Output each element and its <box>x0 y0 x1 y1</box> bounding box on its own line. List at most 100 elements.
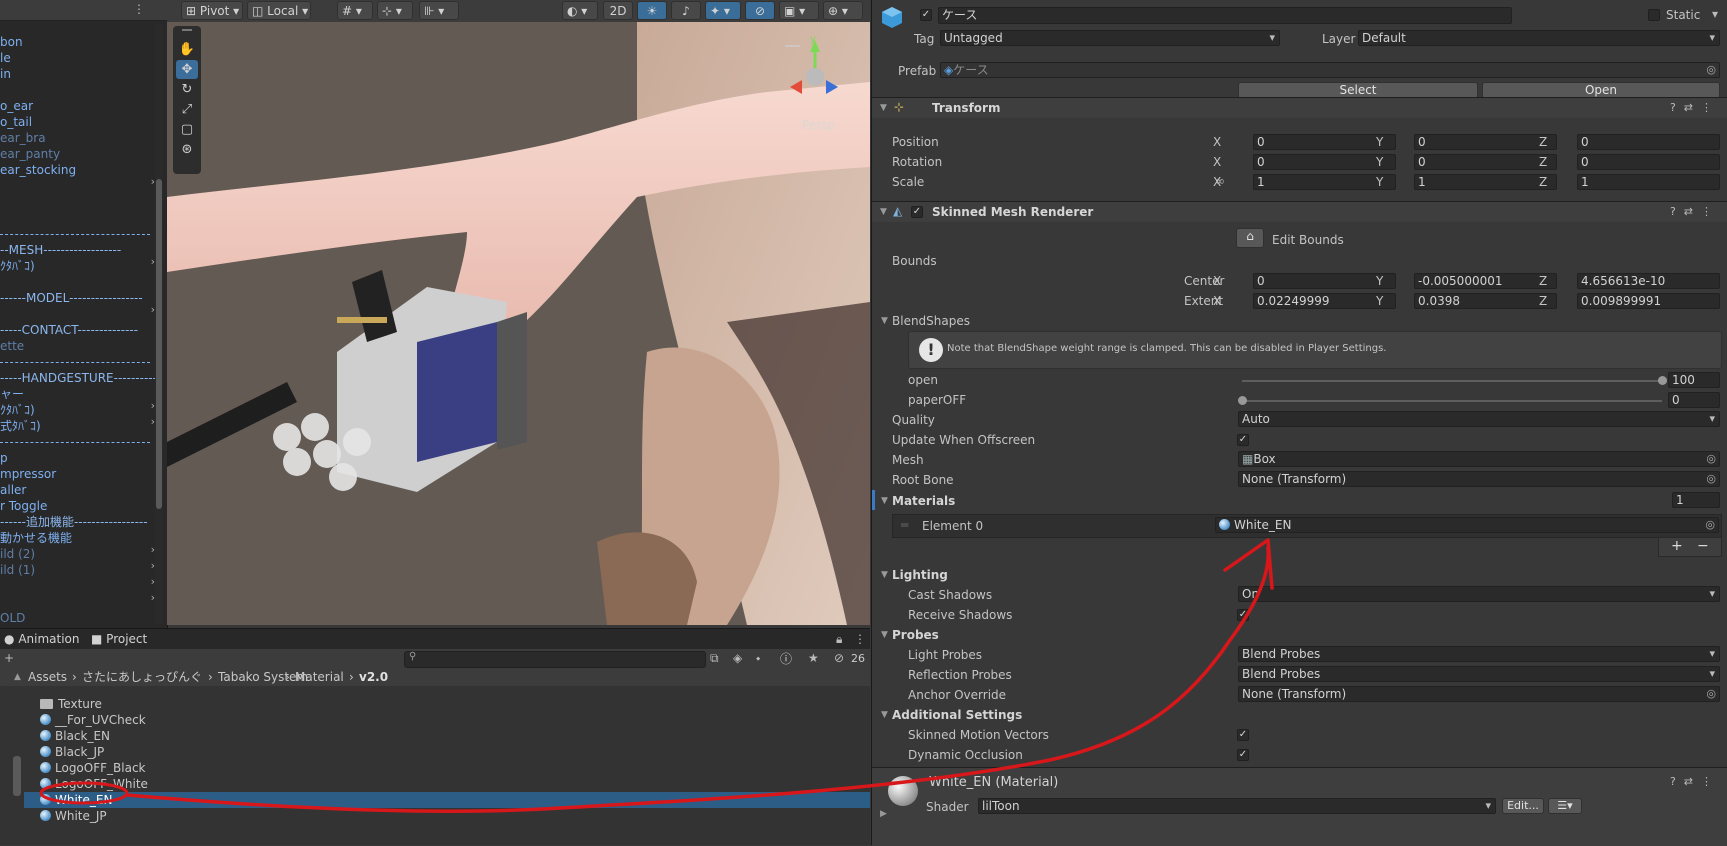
rect-tool-icon[interactable]: ▢ <box>176 120 198 139</box>
grid-snap-button[interactable]: # ▾ <box>337 1 373 20</box>
hierarchy-item[interactable]: -----CONTACT-------------- <box>0 322 138 338</box>
z-axis-label[interactable]: Z <box>1539 135 1547 149</box>
skinned-motion-checkbox[interactable]: ✓ <box>1237 729 1249 741</box>
center-z-field[interactable]: 4.656613e-10 <box>1577 273 1720 289</box>
hierarchy-item[interactable]: -----HANDGESTURE---------- <box>0 370 157 386</box>
reflection-probes-dropdown[interactable]: Blend Probes <box>1238 666 1720 682</box>
y-axis-label[interactable]: Y <box>1376 294 1383 308</box>
favorite-star-icon[interactable]: ★ <box>808 651 819 665</box>
hierarchy-item[interactable]: in <box>0 66 11 82</box>
fold-arrow-icon[interactable]: ▼ <box>880 207 887 217</box>
hierarchy-item[interactable]: ｸﾀﾊﾞｺ) <box>0 402 35 418</box>
y-axis-label[interactable]: Y <box>1376 175 1383 189</box>
camera-settings-button[interactable]: ▣ ▾ <box>779 1 819 20</box>
project-item[interactable]: White_EN <box>24 792 870 808</box>
project-item[interactable]: Black_EN <box>24 728 870 744</box>
remove-element-icon[interactable]: − <box>1697 538 1709 554</box>
orientation-gizmo[interactable]: y <box>780 32 850 112</box>
project-item[interactable]: LogoOFF_White <box>24 776 870 792</box>
local-dropdown[interactable]: ◫ Local ▾ <box>247 1 311 20</box>
z-axis-label[interactable]: Z <box>1539 294 1547 308</box>
z-axis-label[interactable]: Z <box>1539 274 1547 288</box>
root-bone-field[interactable]: None (Transform) <box>1238 471 1720 487</box>
fold-arrow-icon[interactable]: ▼ <box>881 496 888 506</box>
breadcrumb-assets[interactable]: Assets <box>28 669 67 686</box>
smr-header[interactable]: ▼ ◭ ✓ Skinned Mesh Renderer ?⇄⋮ <box>872 201 1727 222</box>
active-checkbox[interactable]: ✓ <box>920 9 932 21</box>
hierarchy-scrollbar[interactable] <box>155 24 163 624</box>
receive-shadows-checkbox[interactable]: ✓ <box>1237 609 1249 621</box>
hierarchy-item[interactable]: ette <box>0 338 24 354</box>
fold-arrow-icon[interactable]: ▼ <box>881 570 888 580</box>
hierarchy-item[interactable]: OLD <box>0 610 25 626</box>
extent-y-field[interactable]: 0.0398 <box>1414 293 1557 309</box>
center-x-field[interactable]: 0 <box>1253 273 1396 289</box>
hierarchy-item[interactable]: ｸﾀﾊﾞｺ) <box>0 258 35 274</box>
tab-menu-icon[interactable]: ⋮ <box>854 632 866 646</box>
project-scroll-thumb[interactable] <box>13 756 21 796</box>
static-checkbox[interactable] <box>1648 9 1660 21</box>
position-z-field[interactable]: 0 <box>1577 134 1720 150</box>
filter-label-icon[interactable]: ◈ <box>733 651 742 665</box>
extent-x-field[interactable]: 0.02249999 <box>1253 293 1396 309</box>
move-tool-icon[interactable]: ✥ <box>176 60 198 79</box>
rotate-tool-icon[interactable]: ↻ <box>176 80 198 99</box>
hierarchy-item[interactable]: mpressor <box>0 466 56 482</box>
scale-z-field[interactable]: 1 <box>1577 174 1720 190</box>
project-item[interactable]: White_JP <box>24 808 870 824</box>
component-actions-icon[interactable]: ?⇄⋮ <box>1670 205 1720 218</box>
tab-project[interactable]: ■ Project <box>91 629 147 650</box>
projection-label[interactable]: Persp <box>802 118 835 132</box>
scale-tool-icon[interactable]: ⤢ <box>176 100 198 119</box>
shader-dropdown[interactable]: lilToon <box>978 798 1496 814</box>
project-item[interactable]: __For_UVCheck <box>24 712 870 728</box>
hierarchy-scroll-thumb[interactable] <box>156 179 162 509</box>
hierarchy-item[interactable]: ear_stocking <box>0 162 76 178</box>
hierarchy-item[interactable]: o_tail <box>0 114 32 130</box>
x-axis-label[interactable]: X <box>1213 155 1221 169</box>
blend-open-knob[interactable] <box>1658 376 1667 385</box>
hierarchy-item[interactable]: ------MODEL----------------- <box>0 290 143 306</box>
blend-paper-slider[interactable] <box>1242 400 1662 402</box>
draw-mode-button[interactable]: ◐ ▾ <box>562 1 598 20</box>
tag-dropdown[interactable]: Untagged <box>940 30 1280 46</box>
extent-z-field[interactable]: 0.009899991 <box>1577 293 1720 309</box>
center-y-field[interactable]: -0.005000001 <box>1414 273 1557 289</box>
lock-icon[interactable]: 🔒︎ <box>836 632 842 647</box>
transform-header[interactable]: ▼ ⊹ Transform ?⇄⋮ <box>872 97 1727 118</box>
info-icon[interactable]: ⓘ <box>780 650 792 667</box>
rotation-x-field[interactable]: 0 <box>1253 154 1396 170</box>
breadcrumb-current[interactable]: v2.0 <box>359 669 388 686</box>
x-axis-label[interactable]: X <box>1213 294 1221 308</box>
x-axis-label[interactable]: X <box>1213 135 1221 149</box>
hierarchy-item[interactable]: ------追加機能----------------- <box>0 514 148 530</box>
y-axis-label[interactable]: Y <box>1376 155 1383 169</box>
hierarchy-item[interactable]: bon <box>0 34 23 50</box>
shader-edit-button[interactable]: Edit... <box>1502 798 1544 814</box>
drag-handle-icon[interactable]: ═ <box>901 518 908 532</box>
hierarchy-item[interactable]: aller <box>0 482 26 498</box>
position-x-field[interactable]: 0 <box>1253 134 1396 150</box>
project-search-input[interactable]: ⚲ <box>404 651 706 668</box>
rotation-y-field[interactable]: 0 <box>1414 154 1557 170</box>
hidden-packages-icon[interactable]: ⊘ <box>834 651 844 665</box>
layer-dropdown[interactable]: Default <box>1358 30 1720 46</box>
hierarchy-item[interactable]: 式ﾀﾊﾞｺ) <box>0 418 41 434</box>
hierarchy-item[interactable]: ild (1) <box>0 562 35 578</box>
rotation-z-field[interactable]: 0 <box>1577 154 1720 170</box>
hierarchy-item[interactable]: p <box>0 450 8 466</box>
hierarchy-item[interactable]: r Toggle <box>0 498 47 514</box>
create-plus-icon[interactable]: + <box>4 651 14 665</box>
object-name-field[interactable]: ケース <box>938 7 1512 24</box>
fold-arrow-icon[interactable]: ▼ <box>881 316 888 326</box>
material-actions-icon[interactable]: ?⇄⋮ <box>1670 775 1720 788</box>
breadcrumb-material[interactable]: Material <box>295 669 344 686</box>
2d-toggle[interactable]: 2D <box>603 1 633 20</box>
hierarchy-item[interactable]: --MESH------------------ <box>0 242 121 258</box>
blend-open-field[interactable]: 100 <box>1668 372 1720 388</box>
anchor-override-field[interactable]: None (Transform) <box>1238 686 1720 702</box>
position-y-field[interactable]: 0 <box>1414 134 1557 150</box>
add-element-icon[interactable]: + <box>1671 538 1683 554</box>
update-offscreen-checkbox[interactable]: ✓ <box>1237 434 1249 446</box>
hierarchy-item[interactable]: le <box>0 50 11 66</box>
